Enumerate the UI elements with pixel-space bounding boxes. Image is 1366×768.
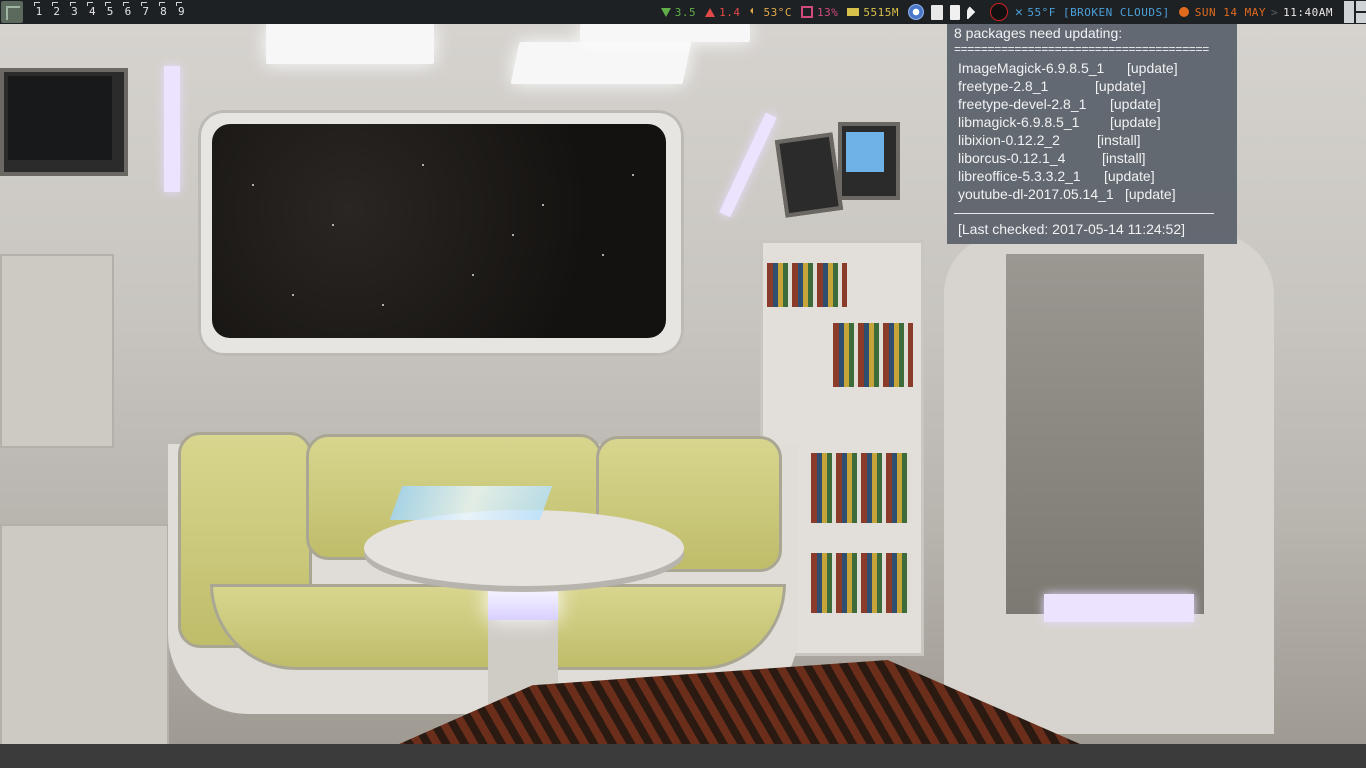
thermometer-icon	[749, 6, 760, 18]
package-name: ImageMagick-6.9.8.5_1	[958, 60, 1105, 76]
download-arrow-icon	[660, 7, 671, 17]
calendar-icon	[1178, 7, 1189, 17]
clipboard-icon[interactable]	[931, 4, 943, 20]
package-status: [update]	[1104, 168, 1155, 184]
workspace-7[interactable]: 7	[137, 0, 155, 24]
ceiling-light	[266, 24, 434, 64]
package-name: libreoffice-5.3.3.2_1	[958, 168, 1081, 184]
wall-monitor	[0, 68, 128, 176]
package-update-popup: 8 packages need updating: ==============…	[947, 24, 1237, 244]
net-upload-widget: 1.4	[705, 6, 740, 19]
wall-panel	[0, 254, 114, 448]
package-name: freetype-2.8_1	[958, 78, 1049, 94]
workspace-4[interactable]: 4	[83, 0, 101, 24]
workspace-1[interactable]: 1	[30, 0, 48, 24]
upload-arrow-icon	[705, 7, 716, 17]
workspace-label: 9	[177, 5, 185, 18]
package-status: [update]	[1095, 78, 1146, 94]
workspace-label: 7	[142, 5, 149, 18]
hologram-chessboard	[389, 486, 553, 520]
ceiling-light	[510, 42, 692, 84]
workspace-8[interactable]: 8	[155, 0, 173, 24]
wall-cabinet	[0, 524, 169, 744]
workspace-5[interactable]: 5	[101, 0, 119, 24]
package-status: [update]	[1127, 60, 1178, 76]
sliding-door-frame	[944, 234, 1274, 734]
weather-widget[interactable]: ✕ 55°F [BROKEN CLOUDS]	[1015, 5, 1170, 20]
cpu-value: 13%	[817, 5, 839, 19]
package-name: liborcus-0.12.1_4	[958, 150, 1066, 166]
workspace-3[interactable]: 3	[66, 0, 84, 24]
package-name: freetype-devel-2.8_1	[958, 96, 1087, 112]
net-upload-value: 1.4	[719, 5, 741, 19]
round-table	[364, 510, 684, 586]
last-checked-timestamp: [Last checked: 2017-05-14 11:24:52]	[958, 221, 1186, 237]
date-value: SUN 14 MAY	[1194, 5, 1267, 19]
workspace-label: 5	[106, 5, 114, 18]
workspace-switcher: 1 2 3 4 5 6 7 8 9	[30, 0, 190, 24]
popup-title: 8 packages need updating:	[954, 25, 1123, 41]
popup-separator-line	[954, 213, 1214, 214]
battery-icon[interactable]	[950, 4, 960, 20]
workspace-6[interactable]: 6	[119, 0, 137, 24]
window-space-view	[212, 124, 666, 338]
bottom-panel	[0, 744, 1366, 768]
package-status: [update]	[1110, 96, 1161, 112]
package-row: libmagick-6.9.8.5_1 [update]	[958, 114, 1161, 132]
top-status-bar: 1 2 3 4 5 6 7 8 9 3.5 1.4 53°C 13% 5515M	[0, 0, 1366, 24]
window-frame	[198, 110, 684, 356]
memory-widget: 5515M	[847, 6, 899, 19]
weather-icon: ✕	[1015, 4, 1024, 20]
cpu-widget: 13%	[801, 6, 838, 19]
wall-light-strip	[164, 66, 180, 192]
time-value: 11:40AM	[1283, 5, 1333, 19]
ceiling-light	[580, 24, 750, 42]
chrome-icon[interactable]	[908, 4, 924, 20]
workspace-9[interactable]: 9	[172, 0, 190, 24]
package-status: [install]	[1102, 150, 1146, 166]
workspace-label: 4	[88, 5, 96, 18]
cat-avatar-icon[interactable]	[990, 3, 1008, 21]
workspace-label: 1	[35, 5, 43, 18]
temperature-value: 53°C	[763, 5, 792, 19]
workspace-2[interactable]: 2	[48, 0, 66, 24]
net-download-value: 3.5	[674, 5, 697, 19]
popup-divider: ======================================	[954, 42, 1209, 56]
package-name: libmagick-6.9.8.5_1	[958, 114, 1080, 130]
temperature-widget: 53°C	[749, 5, 793, 19]
void-linux-logo-icon[interactable]	[1, 1, 23, 23]
memory-value: 5515M	[863, 5, 899, 19]
package-status: [update]	[1125, 186, 1176, 202]
package-status: [install]	[1097, 132, 1141, 148]
weather-value: 55°F [BROKEN CLOUDS]	[1027, 5, 1170, 19]
cpu-icon	[801, 6, 813, 18]
workspace-label: 2	[53, 5, 60, 18]
status-widgets: 3.5 1.4 53°C 13% 5515M ✕ 55°F [BROKEN CL…	[660, 0, 1366, 24]
package-row: ImageMagick-6.9.8.5_1 [update]	[958, 60, 1178, 78]
wall-light-strip	[719, 112, 777, 218]
date-time-separator: >	[1271, 5, 1279, 19]
net-download-widget: 3.5	[660, 5, 697, 19]
package-name: libixion-0.12.2_2	[958, 132, 1060, 148]
package-row: libixion-0.12.2_2 [install]	[958, 132, 1141, 150]
table-lamp	[488, 580, 558, 620]
package-row: youtube-dl-2017.05.14_1 [update]	[958, 186, 1176, 204]
package-row: libreoffice-5.3.3.2_1 [update]	[958, 168, 1155, 186]
package-row: freetype-2.8_1 [update]	[958, 78, 1146, 96]
tiling-layout-icon[interactable]	[1344, 1, 1366, 23]
memory-icon	[847, 8, 860, 16]
workspace-label: 8	[160, 5, 167, 18]
wifi-icon[interactable]	[967, 5, 983, 19]
workspace-label: 6	[124, 5, 132, 18]
workspace-label: 3	[71, 5, 78, 18]
small-monitor-game	[838, 122, 900, 200]
package-row: liborcus-0.12.1_4 [install]	[958, 150, 1146, 168]
package-row: freetype-devel-2.8_1 [update]	[958, 96, 1161, 114]
small-monitor	[774, 132, 844, 218]
package-name: youtube-dl-2017.05.14_1	[958, 186, 1114, 202]
clock-widget[interactable]: SUN 14 MAY > 11:40AM	[1178, 5, 1333, 19]
package-status: [update]	[1110, 114, 1161, 130]
